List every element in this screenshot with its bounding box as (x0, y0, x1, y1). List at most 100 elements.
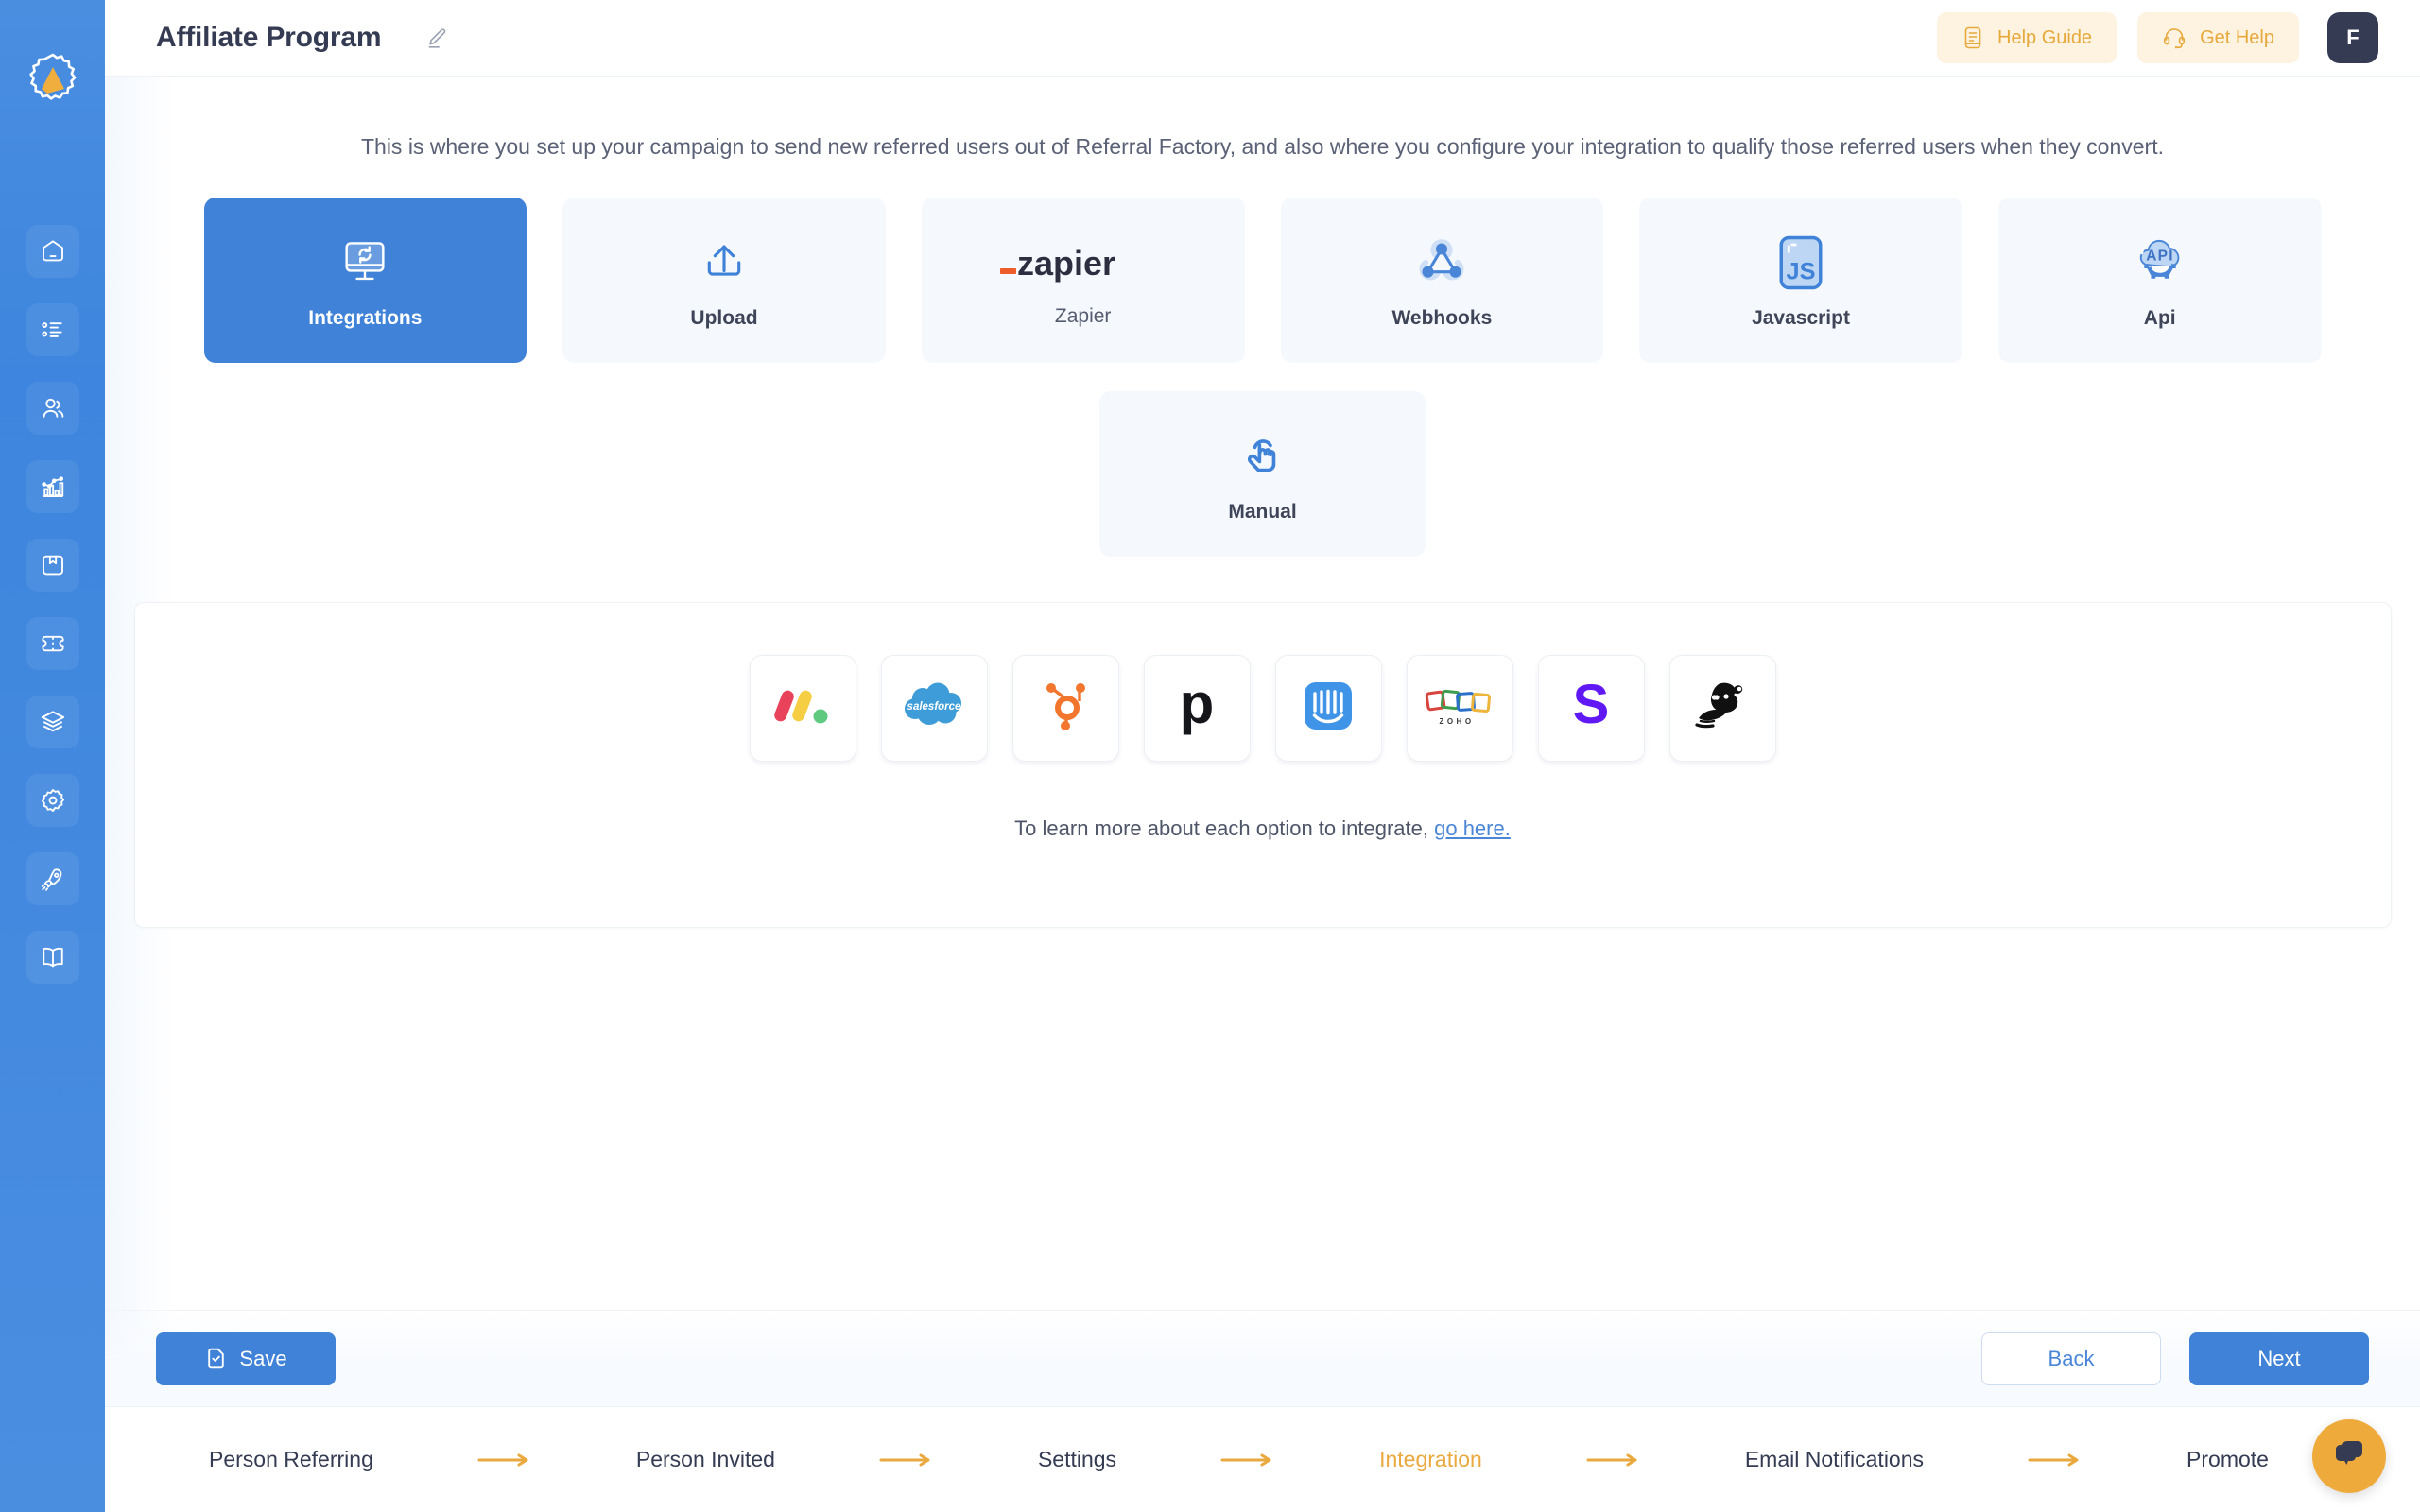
step-person-referring[interactable]: Person Referring (209, 1447, 373, 1472)
ticket-icon (39, 629, 67, 658)
list-icon (39, 316, 67, 344)
mailchimp-logo (1693, 679, 1752, 738)
svg-text:salesforce: salesforce (908, 701, 962, 713)
svg-text:S: S (1573, 676, 1610, 735)
users-icon (39, 394, 67, 422)
rocket-icon (39, 865, 67, 893)
sidebar-item-rewards[interactable] (26, 539, 79, 592)
analytics-icon (39, 472, 67, 501)
intercom-logo (1301, 679, 1356, 738)
integration-logo-row: salesforce p ZOHO S (749, 655, 1776, 763)
action-bar: Save Back Next (105, 1310, 2420, 1406)
integration-options-row-2: Manual (1099, 391, 1426, 558)
step-email-notifications[interactable]: Email Notifications (1745, 1447, 1924, 1472)
sidebar-nav (26, 225, 79, 984)
pipedrive-logo: p (1172, 672, 1221, 741)
get-help-label: Get Help (2200, 26, 2274, 48)
get-help-button[interactable]: Get Help (2137, 12, 2299, 63)
step-settings[interactable]: Settings (1038, 1447, 1116, 1472)
sidebar-item-templates[interactable] (26, 696, 79, 748)
option-card-manual[interactable]: Manual (1099, 391, 1426, 558)
integration-tile-mailchimp[interactable] (1668, 655, 1776, 763)
referral-factory-logo[interactable] (21, 49, 85, 113)
option-card-webhooks[interactable]: Webhooks (1280, 198, 1604, 364)
sidebar-item-users[interactable] (26, 382, 79, 435)
option-label: Upload (690, 306, 758, 329)
step-arrow-icon (775, 1452, 1038, 1468)
page-title: Affiliate Program (156, 22, 382, 53)
app-root: Affiliate Program Help Guide Get Help F … (0, 0, 2420, 1512)
webhook-icon (1413, 232, 1470, 294)
gear-icon (39, 786, 67, 815)
pencil-icon[interactable] (424, 26, 449, 50)
sidebar-item-docs[interactable] (26, 931, 79, 984)
option-label: Api (2143, 306, 2176, 329)
sidebar-item-promote[interactable] (26, 852, 79, 905)
main-area: Affiliate Program Help Guide Get Help F … (105, 0, 2420, 1512)
monitor-sync-icon (337, 232, 392, 294)
wizard-stepper: Person Referring Person Invited Settings… (105, 1406, 2420, 1512)
svg-text:API: API (2146, 248, 2173, 264)
api-cloud-icon: API (2131, 232, 2189, 294)
sidebar-item-settings[interactable] (26, 774, 79, 827)
integration-options-row: Integrations Upload zapier Zapier Webhoo… (203, 198, 2322, 364)
option-label: Javascript (1752, 306, 1850, 329)
panel-note: To learn more about each option to integ… (1014, 816, 1511, 841)
hubspot-logo (1038, 677, 1093, 740)
step-integration[interactable]: Integration (1379, 1447, 1482, 1472)
zoho-logo: ZOHO (1423, 683, 1496, 733)
help-guide-label: Help Guide (1997, 26, 2093, 48)
back-button[interactable]: Back (1981, 1332, 2161, 1385)
save-file-icon (204, 1347, 228, 1370)
integration-tile-monday[interactable] (749, 655, 856, 763)
sidebar-item-dashboard[interactable] (26, 225, 79, 278)
step-promote[interactable]: Promote (2187, 1447, 2269, 1472)
content-body: This is where you set up your campaign t… (105, 77, 2420, 1512)
option-card-javascript[interactable]: JS Javascript (1639, 198, 1962, 364)
headset-icon (2162, 26, 2187, 50)
js-file-icon: JS (1775, 232, 1826, 294)
sidebar-item-coupons[interactable] (26, 617, 79, 670)
intro-description: This is where you set up your campaign t… (360, 134, 2164, 159)
next-button[interactable]: Next (2189, 1332, 2369, 1385)
integration-tile-zoho[interactable]: ZOHO (1406, 655, 1513, 763)
integration-tile-pipedrive[interactable]: p (1143, 655, 1251, 763)
option-label: Manual (1228, 500, 1297, 523)
svg-text:zapier: zapier (1017, 244, 1115, 283)
integration-tile-intercom[interactable] (1274, 655, 1382, 763)
help-guide-button[interactable]: Help Guide (1937, 12, 2118, 63)
upload-icon (697, 232, 752, 294)
hand-click-icon (1236, 425, 1290, 488)
save-button[interactable]: Save (156, 1332, 336, 1385)
layers-icon (39, 708, 67, 736)
integration-tile-stripe[interactable]: S (1537, 655, 1645, 763)
box-icon (39, 551, 67, 579)
integration-tile-salesforce[interactable]: salesforce (880, 655, 988, 763)
step-arrow-icon (373, 1452, 636, 1468)
home-icon (39, 237, 67, 266)
go-here-link[interactable]: go here. (1434, 816, 1511, 840)
chat-widget-button[interactable] (2312, 1419, 2386, 1493)
option-card-upload[interactable]: Upload (562, 198, 886, 364)
sidebar-item-analytics[interactable] (26, 460, 79, 513)
step-person-invited[interactable]: Person Invited (636, 1447, 775, 1472)
monday-logo (773, 677, 832, 740)
stripe-logo: S (1565, 674, 1616, 741)
option-label: Zapier (1054, 304, 1112, 327)
sidebar (0, 0, 105, 1512)
svg-text:p: p (1180, 676, 1215, 735)
option-card-api[interactable]: API Api (1997, 198, 2322, 364)
step-arrow-icon (1116, 1452, 1379, 1468)
option-card-integrations[interactable]: Integrations (203, 198, 527, 364)
option-card-zapier[interactable]: zapier Zapier (921, 198, 1245, 364)
avatar[interactable]: F (2327, 12, 2378, 63)
integration-tile-hubspot[interactable] (1011, 655, 1119, 763)
sidebar-item-campaigns[interactable] (26, 303, 79, 356)
option-label: Webhooks (1392, 306, 1493, 329)
app-header: Affiliate Program Help Guide Get Help F (105, 0, 2420, 77)
option-label: Integrations (308, 306, 423, 329)
panel-note-text: To learn more about each option to integ… (1014, 816, 1435, 841)
step-arrow-icon (1924, 1452, 2187, 1468)
save-label: Save (239, 1346, 287, 1370)
salesforce-logo: salesforce (902, 682, 966, 734)
